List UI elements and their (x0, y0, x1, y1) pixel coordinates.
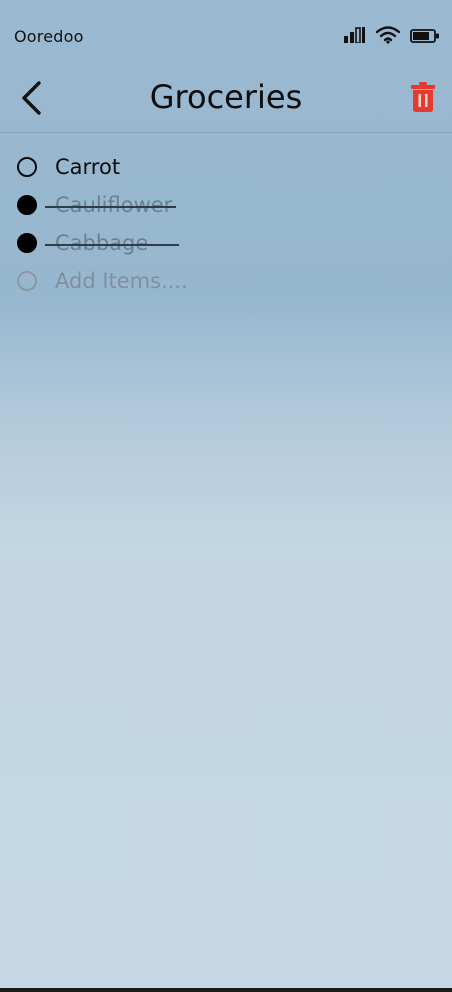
trash-icon (411, 82, 435, 116)
item-label: Carrot (55, 155, 121, 179)
header-bar: Groceries (0, 72, 452, 133)
list-item[interactable]: Carrot (0, 148, 452, 186)
checkbox-checked-icon[interactable] (17, 233, 37, 253)
carrier-label: Ooredoo (14, 27, 84, 46)
battery-icon (410, 28, 440, 47)
delete-list-button[interactable] (408, 82, 438, 116)
add-item-input[interactable] (55, 269, 355, 293)
list-item[interactable]: Cauliflower (0, 186, 452, 224)
item-label: Cauliflower (55, 193, 173, 217)
bottom-edge-bar (0, 988, 452, 992)
item-label: Cabbage (55, 231, 149, 255)
status-bar: Ooredoo (0, 0, 452, 72)
checkbox-checked-icon[interactable] (17, 195, 37, 215)
strikethrough-line (45, 206, 176, 208)
status-icons (344, 26, 440, 48)
wifi-icon (375, 26, 401, 48)
checkbox-unchecked-icon[interactable] (17, 157, 37, 177)
list-item[interactable]: Cabbage (0, 224, 452, 262)
strikethrough-line (45, 244, 179, 246)
add-item-circle-icon (17, 271, 37, 291)
cellular-signal-icon (344, 27, 366, 47)
page-title: Groceries (149, 78, 303, 116)
grocery-list: Carrot Cauliflower Cabbage (0, 148, 452, 300)
add-item-row[interactable] (0, 262, 452, 300)
